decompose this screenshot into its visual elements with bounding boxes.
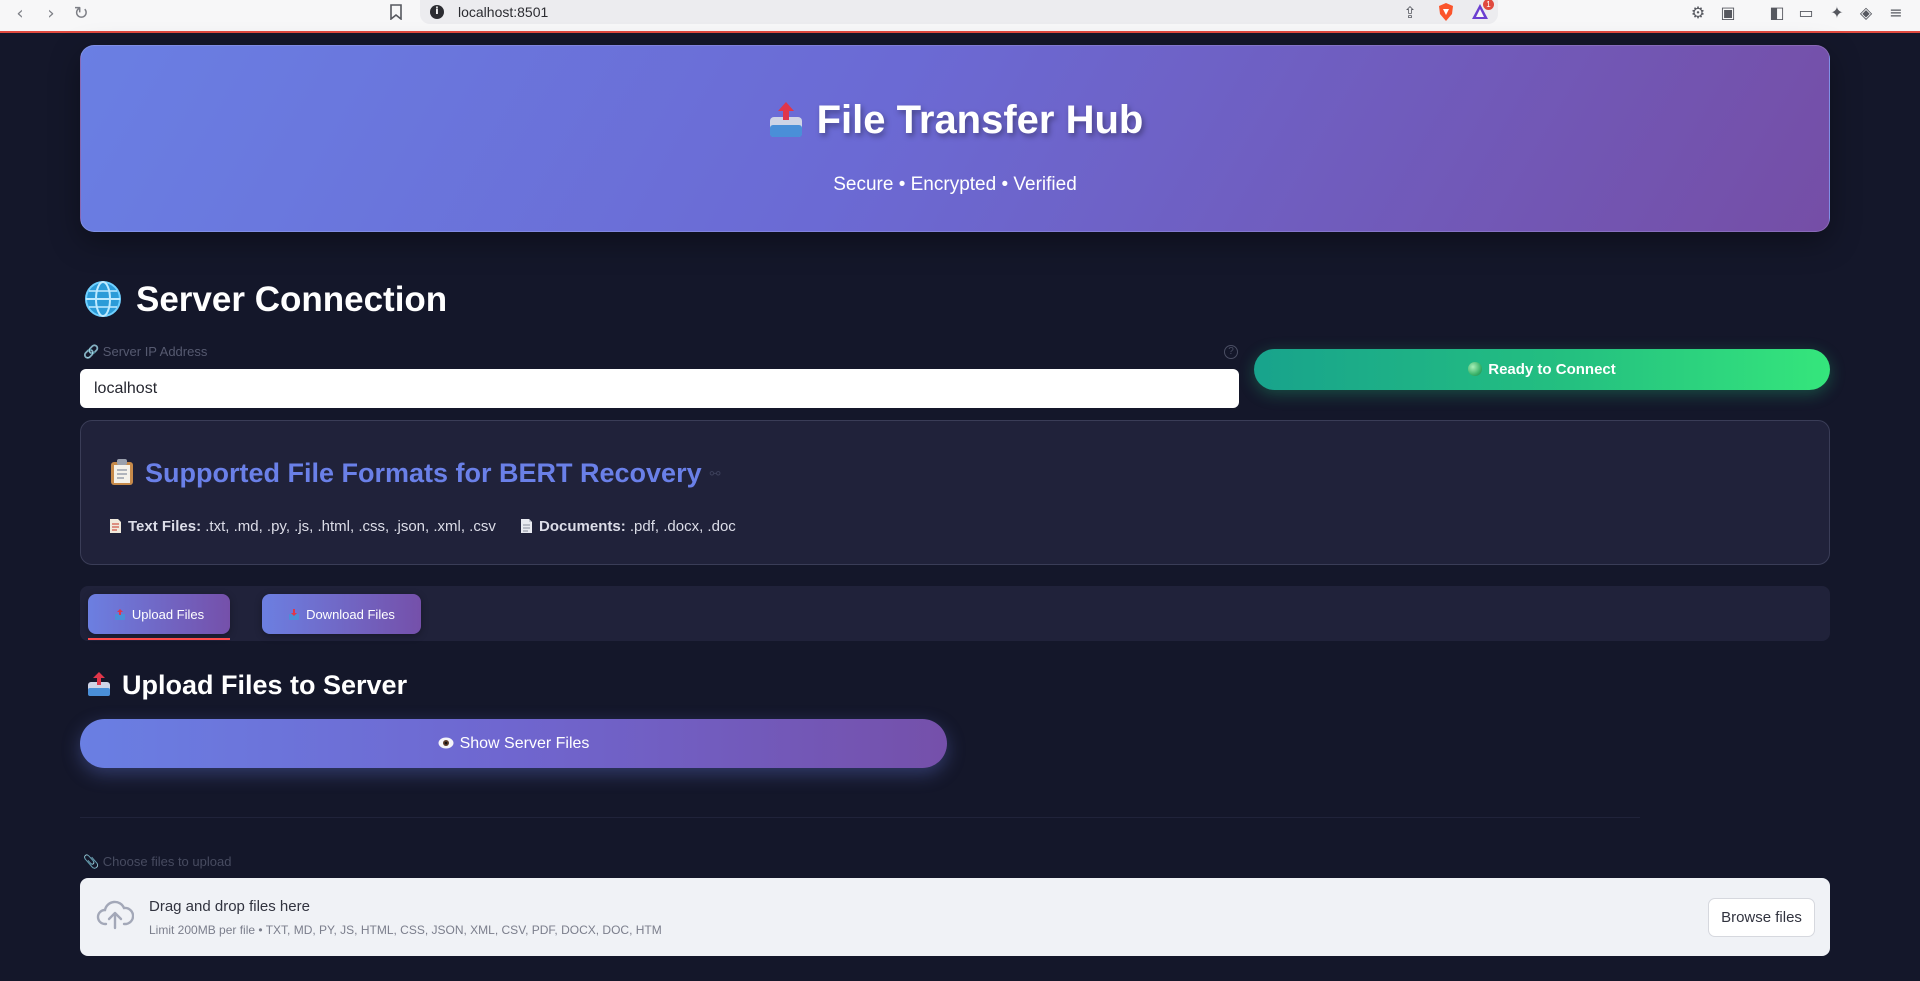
ready-to-connect-button[interactable]: Ready to Connect — [1254, 349, 1830, 390]
server-connection-title: Server Connection — [136, 280, 448, 319]
tab-download-files-label: Download Files — [306, 606, 395, 622]
tab-download-files[interactable]: Download Files — [262, 594, 421, 634]
anchor-link-icon[interactable]: ⚯ — [710, 467, 721, 482]
hero-banner: File Transfer Hub Secure • Encrypted • V… — [80, 45, 1830, 232]
text-files-label: Text Files: — [128, 518, 202, 535]
dropzone-title: Drag and drop files here — [149, 898, 310, 915]
browse-files-button[interactable]: Browse files — [1708, 898, 1815, 937]
address-bar[interactable]: i localhost:8501 ⇪ — [420, 0, 1498, 24]
section-divider — [80, 817, 1640, 818]
dropzone-limit-text: Limit 200MB per file • TXT, MD, PY, JS, … — [149, 923, 662, 937]
supported-formats-card: Supported File Formats for BERT Recovery… — [80, 420, 1830, 565]
hero-title: File Transfer Hub — [81, 98, 1829, 143]
status-dot-icon — [1468, 362, 1483, 376]
eye-icon — [438, 737, 454, 748]
active-tab-indicator — [88, 638, 230, 640]
choose-files-label: 📎 Choose files to upload — [83, 854, 232, 869]
text-files-extensions: .txt, .md, .py, .js, .html, .css, .json,… — [201, 518, 496, 535]
show-server-files-button[interactable]: Show Server Files — [80, 719, 947, 768]
extensions-icon[interactable]: ⚙ — [1688, 3, 1708, 23]
server-ip-label: 🔗 Server IP Address — [83, 344, 208, 359]
server-connection-heading: Server Connection — [84, 280, 447, 320]
tab-bar: Upload Files Download Files — [80, 586, 1830, 641]
clipboard-icon — [111, 459, 133, 485]
formats-list: Text Files: .txt, .md, .py, .js, .html, … — [109, 518, 756, 535]
upload-title: Upload Files to Server — [122, 670, 408, 700]
inbox-tray-icon — [289, 608, 300, 620]
document-icon — [521, 519, 533, 533]
ready-to-connect-label: Ready to Connect — [1488, 361, 1616, 378]
show-server-files-label: Show Server Files — [459, 734, 590, 752]
hero-title-text: File Transfer Hub — [816, 98, 1144, 142]
tab-upload-files-label: Upload Files — [131, 606, 205, 622]
documents-extensions: .pdf, .docx, .doc — [625, 518, 736, 535]
url-text[interactable]: localhost:8501 — [458, 4, 548, 20]
supported-formats-title: Supported File Formats for BERT Recovery — [145, 458, 702, 488]
vpn-shield-icon[interactable]: ◈ — [1856, 3, 1876, 23]
documents-group: Documents: .pdf, .docx, .doc — [520, 518, 736, 535]
reload-icon[interactable]: ↻ — [70, 3, 92, 25]
tab-upload-files[interactable]: Upload Files — [88, 594, 230, 634]
text-file-icon — [110, 519, 121, 533]
share-icon[interactable]: ⇪ — [1400, 3, 1420, 23]
menu-icon[interactable]: ≡ — [1886, 3, 1906, 23]
wallet-icon[interactable]: ▭ — [1796, 3, 1816, 23]
outbox-tray-icon — [769, 102, 802, 137]
documents-label: Documents: — [539, 518, 626, 535]
file-dropzone[interactable]: Drag and drop files here Limit 200MB per… — [80, 878, 1830, 956]
brave-shields-icon[interactable] — [1436, 2, 1456, 22]
text-files-group: Text Files: .txt, .md, .py, .js, .html, … — [109, 518, 496, 535]
server-ip-input[interactable] — [80, 369, 1239, 408]
bookmark-icon[interactable] — [389, 4, 403, 20]
browser-toolbar: ‹ › ↻ i localhost:8501 ⇪ 1 ⚙ ▣ ◧ ▭ ✦ ◈ ≡ — [0, 0, 1920, 33]
globe-icon — [85, 281, 121, 317]
hero-subtitle: Secure • Encrypted • Verified — [833, 174, 1077, 195]
ai-sparkle-icon[interactable]: ✦ — [1827, 3, 1847, 23]
cloud-upload-icon — [96, 900, 134, 930]
sidebar-icon[interactable]: ◧ — [1767, 3, 1787, 23]
supported-formats-heading: Supported File Formats for BERT Recovery… — [109, 458, 721, 489]
help-icon[interactable]: ? — [1224, 345, 1238, 359]
outbox-tray-icon — [88, 672, 110, 696]
back-icon[interactable]: ‹ — [9, 3, 31, 25]
leo-icon[interactable]: ▣ — [1718, 3, 1738, 23]
upload-heading: Upload Files to Server — [86, 670, 407, 701]
outbox-tray-icon — [114, 608, 125, 620]
site-info-icon[interactable]: i — [430, 5, 444, 19]
forward-icon[interactable]: › — [40, 3, 62, 25]
